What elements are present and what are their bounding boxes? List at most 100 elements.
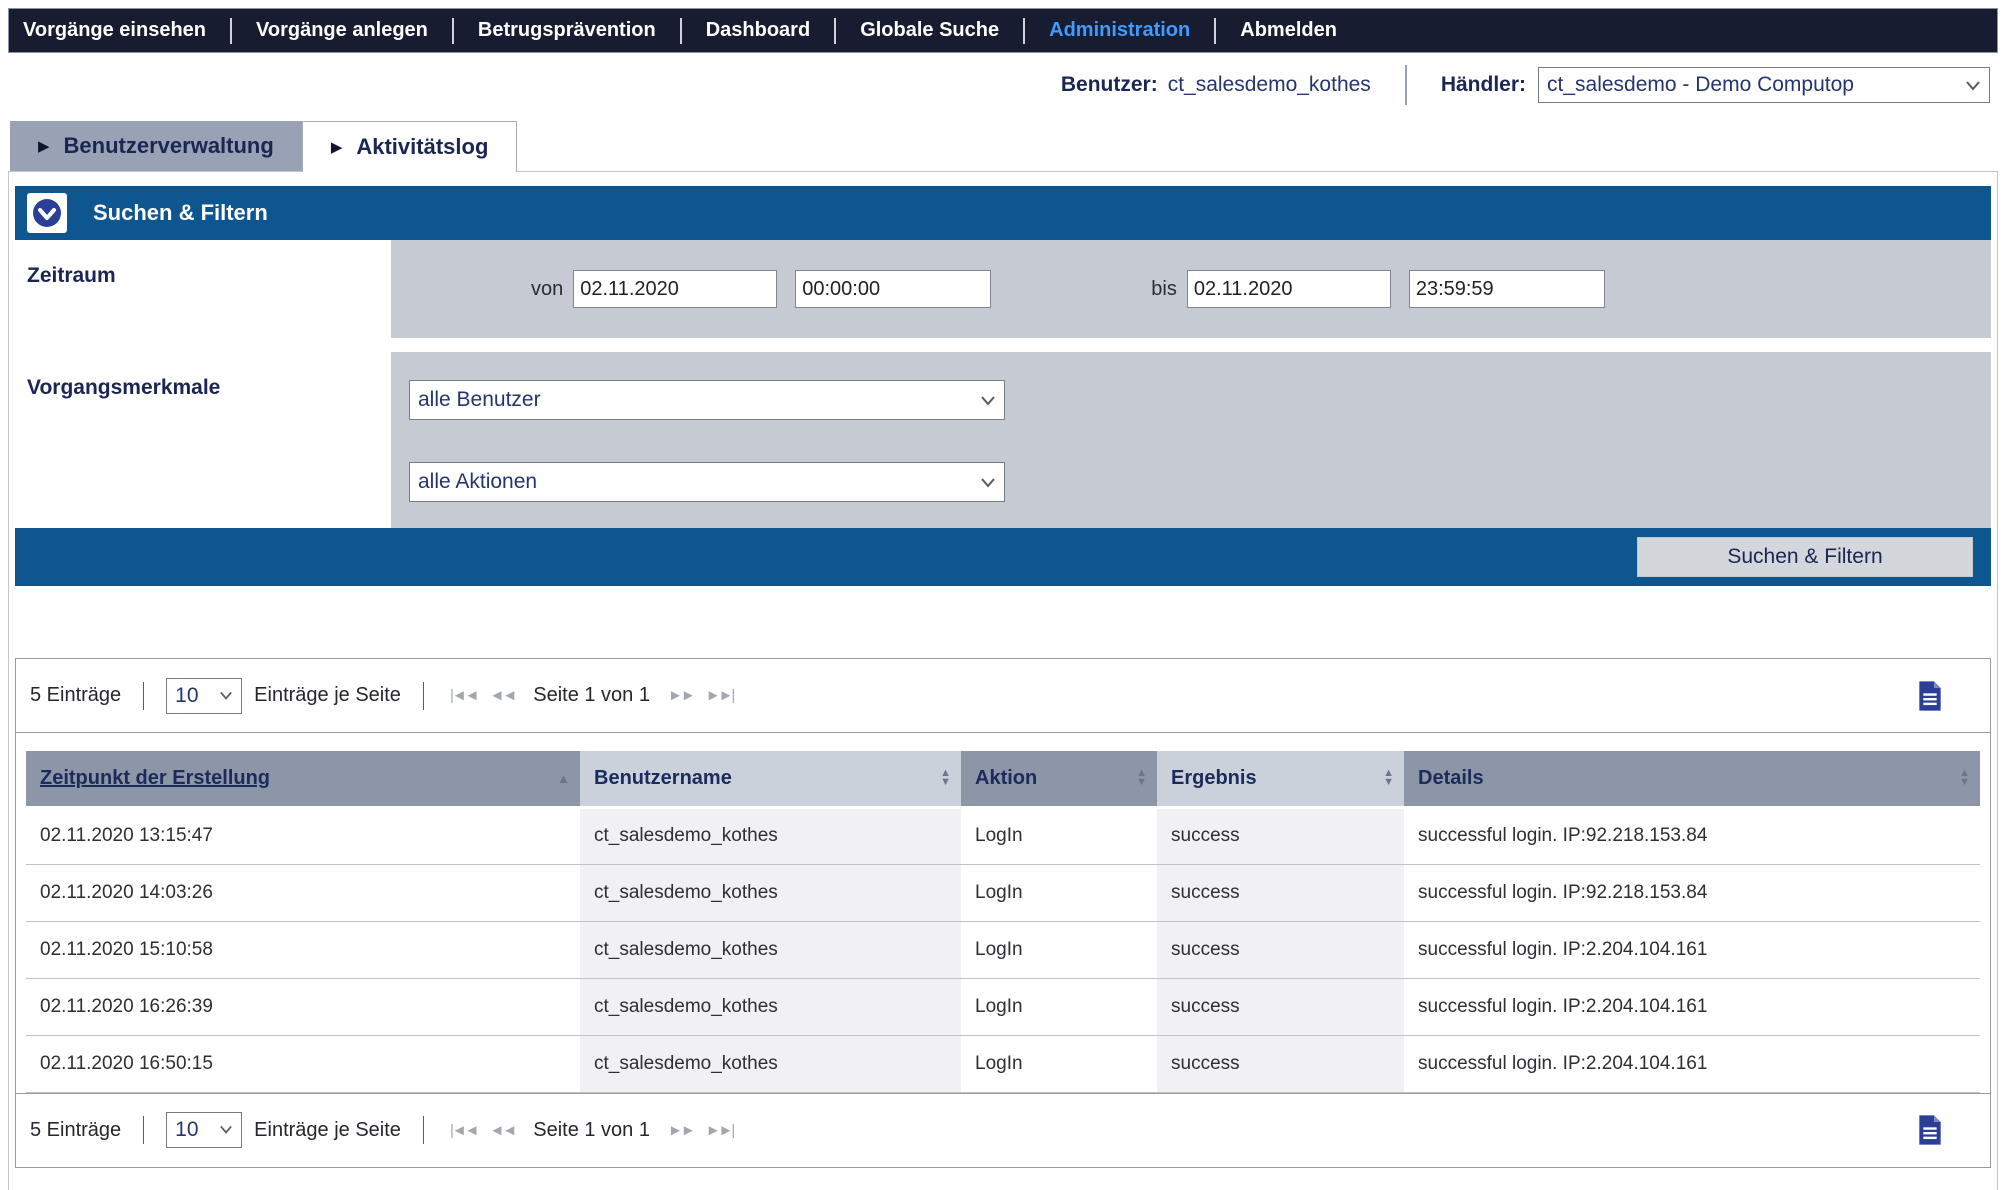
cell-details: successful login. IP:2.204.104.161 — [1404, 978, 1980, 1035]
first-page-icon[interactable]: |◄◄ — [450, 687, 478, 704]
cell-details: successful login. IP:92.218.153.84 — [1404, 807, 1980, 864]
result-list: 5 Einträge 10 Einträge je Seite |◄◄ ◄◄ S… — [15, 658, 1991, 1168]
tab-label: Aktivitätslog — [356, 134, 488, 160]
tab-benutzerverwaltung[interactable]: ▶ Benutzerverwaltung — [10, 121, 302, 171]
divider — [143, 1116, 144, 1144]
column-label: Aktion — [975, 767, 1037, 790]
activity-log-table: Zeitpunkt der Erstellung ▲ Benutzername … — [26, 751, 1980, 1093]
column-label: Ergebnis — [1171, 767, 1257, 790]
benutzer-filter-select[interactable]: alle Benutzer — [409, 380, 1005, 420]
last-page-icon[interactable]: ►►| — [706, 687, 734, 704]
collapse-panel-button[interactable] — [27, 193, 67, 233]
tab-aktivitaetslog[interactable]: ▶ Aktivitätslog — [302, 121, 518, 172]
von-date-input[interactable] — [573, 270, 777, 308]
cell-benutzername: ct_salesdemo_kothes — [580, 864, 961, 921]
haendler-select-value: ct_salesdemo - Demo Computop — [1547, 73, 1854, 97]
cell-ergebnis: success — [1157, 921, 1404, 978]
benutzer-label: Benutzer: — [1061, 73, 1158, 97]
tab-label: Benutzerverwaltung — [64, 133, 274, 159]
prev-page-icon[interactable]: ◄◄ — [490, 687, 516, 704]
page-size-value: 10 — [175, 684, 198, 708]
nav-dashboard[interactable]: Dashboard — [706, 19, 810, 42]
sort-icon: ▲▼ — [1383, 769, 1394, 787]
chevron-down-circle-icon — [31, 197, 63, 229]
divider — [143, 682, 144, 710]
vorgangsmerkmale-row: Vorgangsmerkmale alle Benutzer alle Akti… — [15, 352, 1991, 528]
nav-vorgaenge-einsehen[interactable]: Vorgänge einsehen — [23, 19, 206, 42]
cell-benutzername: ct_salesdemo_kothes — [580, 1035, 961, 1092]
nav-abmelden[interactable]: Abmelden — [1240, 19, 1337, 42]
cell-benutzername: ct_salesdemo_kothes — [580, 807, 961, 864]
table-row: 02.11.2020 16:26:39 ct_salesdemo_kothes … — [26, 978, 1980, 1035]
zeitraum-row: Zeitraum von bis — [15, 240, 1991, 338]
haendler-select[interactable]: ct_salesdemo - Demo Computop — [1538, 67, 1990, 103]
nav-globale-suche[interactable]: Globale Suche — [860, 19, 999, 42]
export-button[interactable] — [1916, 680, 1944, 712]
bis-date-input[interactable] — [1187, 270, 1391, 308]
cell-ergebnis: success — [1157, 864, 1404, 921]
nav-separator — [230, 18, 232, 44]
per-page-label: Einträge je Seite — [254, 1119, 401, 1142]
page-size-select[interactable]: 10 — [166, 1112, 242, 1148]
next-page-icon[interactable]: ►► — [668, 1122, 694, 1139]
cell-zeitpunkt: 02.11.2020 14:03:26 — [26, 864, 580, 921]
bis-label: bis — [1151, 278, 1177, 301]
entry-count: 5 Einträge — [30, 684, 121, 707]
cell-aktion: LogIn — [961, 807, 1157, 864]
page-size-select[interactable]: 10 — [166, 678, 242, 714]
benutzer-value: ct_salesdemo_kothes — [1168, 73, 1371, 97]
nav-vorgaenge-anlegen[interactable]: Vorgänge anlegen — [256, 19, 428, 42]
export-button[interactable] — [1916, 1114, 1944, 1146]
column-header-details[interactable]: Details ▲▼ — [1404, 751, 1980, 807]
pagination-bar-top: 5 Einträge 10 Einträge je Seite |◄◄ ◄◄ S… — [16, 659, 1990, 733]
bis-time-input[interactable] — [1409, 270, 1605, 308]
column-label: Details — [1418, 767, 1484, 790]
cell-ergebnis: success — [1157, 807, 1404, 864]
spacer — [16, 733, 1990, 751]
entry-count: 5 Einträge — [30, 1119, 121, 1142]
sort-icon: ▲▼ — [940, 769, 951, 787]
column-header-benutzername[interactable]: Benutzername ▲▼ — [580, 751, 961, 807]
page-indicator: Seite 1 von 1 — [533, 684, 650, 707]
nav-betrugspraevention[interactable]: Betrugsprävention — [478, 19, 656, 42]
cell-details: successful login. IP:2.204.104.161 — [1404, 1035, 1980, 1092]
table-row: 02.11.2020 14:03:26 ct_salesdemo_kothes … — [26, 864, 1980, 921]
column-header-ergebnis[interactable]: Ergebnis ▲▼ — [1157, 751, 1404, 807]
vorgangsmerkmale-label-cell: Vorgangsmerkmale — [15, 352, 391, 528]
nav-separator — [834, 18, 836, 44]
suchen-filtern-button[interactable]: Suchen & Filtern — [1637, 537, 1973, 577]
pager: |◄◄ ◄◄ Seite 1 von 1 ►► ►►| — [450, 1119, 733, 1142]
nav-administration[interactable]: Administration — [1049, 19, 1190, 42]
table-row: 02.11.2020 15:10:58 ct_salesdemo_kothes … — [26, 921, 1980, 978]
column-header-zeitpunkt[interactable]: Zeitpunkt der Erstellung ▲ — [26, 751, 580, 807]
nav-separator — [680, 18, 682, 44]
table-row: 02.11.2020 13:15:47 ct_salesdemo_kothes … — [26, 807, 1980, 864]
haendler-label: Händler: — [1441, 73, 1526, 97]
vorgangsmerkmale-fields: alle Benutzer alle Aktionen — [391, 352, 1991, 528]
filter-panel-header: Suchen & Filtern — [15, 186, 1991, 240]
zeitraum-label-cell: Zeitraum — [15, 240, 391, 338]
column-header-aktion[interactable]: Aktion ▲▼ — [961, 751, 1157, 807]
von-time-input[interactable] — [795, 270, 991, 308]
last-page-icon[interactable]: ►►| — [706, 1122, 734, 1139]
tab-content: Suchen & Filtern Zeitraum von bis — [8, 171, 1998, 1190]
next-page-icon[interactable]: ►► — [668, 687, 694, 704]
chevron-down-icon — [1965, 78, 1981, 92]
chevron-down-icon — [980, 393, 996, 407]
aktionen-filter-select[interactable]: alle Aktionen — [409, 462, 1005, 502]
chevron-down-icon — [219, 689, 233, 701]
first-page-icon[interactable]: |◄◄ — [450, 1122, 478, 1139]
export-document-icon — [1916, 680, 1944, 712]
filter-panel: Suchen & Filtern Zeitraum von bis — [15, 186, 1991, 586]
sort-ascending-icon: ▲ — [557, 771, 570, 786]
cell-zeitpunkt: 02.11.2020 16:26:39 — [26, 978, 580, 1035]
prev-page-icon[interactable]: ◄◄ — [490, 1122, 516, 1139]
benutzer-filter-value: alle Benutzer — [418, 388, 541, 412]
cell-zeitpunkt: 02.11.2020 16:50:15 — [26, 1035, 580, 1092]
divider — [423, 1116, 424, 1144]
column-label: Benutzername — [594, 767, 732, 790]
cell-ergebnis: success — [1157, 978, 1404, 1035]
table-header-row: Zeitpunkt der Erstellung ▲ Benutzername … — [26, 751, 1980, 807]
cell-zeitpunkt: 02.11.2020 13:15:47 — [26, 807, 580, 864]
export-document-icon — [1916, 1114, 1944, 1146]
